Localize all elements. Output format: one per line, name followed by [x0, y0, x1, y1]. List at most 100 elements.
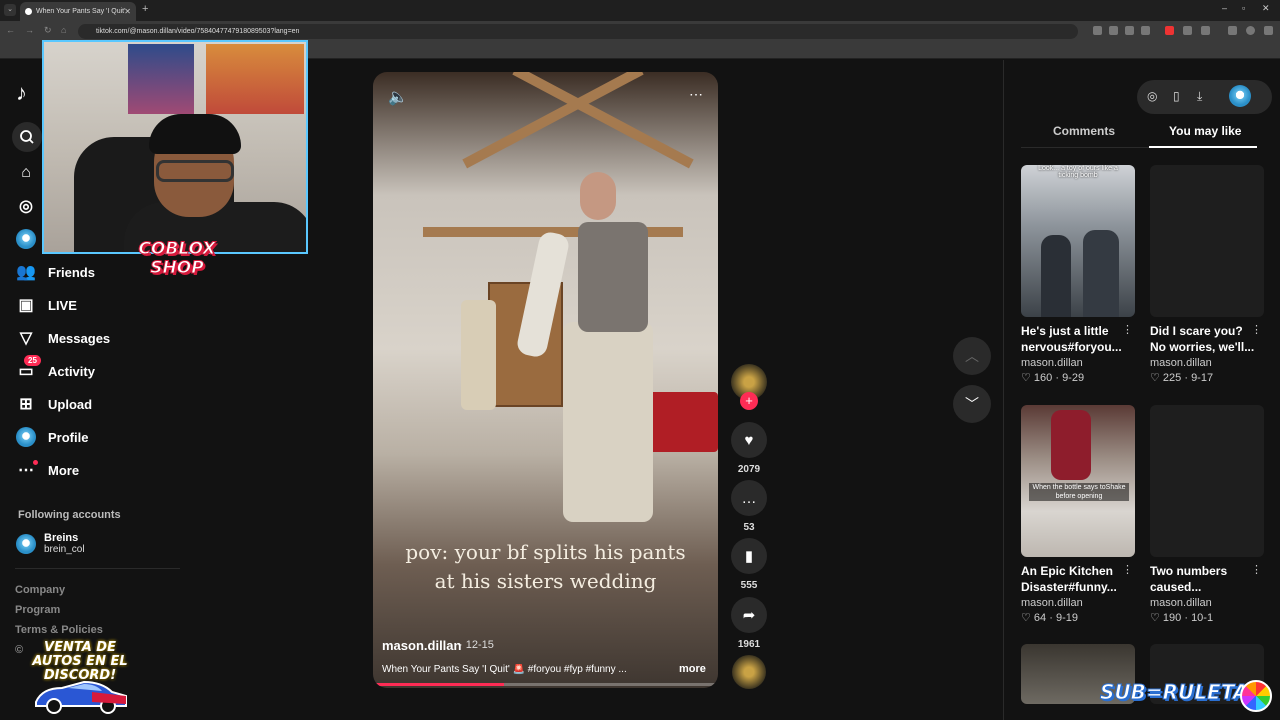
search-button[interactable] — [12, 122, 42, 152]
save-action[interactable]: ▮ 555 — [731, 538, 767, 591]
sidebar-item-messages[interactable]: ▽ Messages — [16, 328, 110, 348]
new-tab-button[interactable]: + — [142, 3, 148, 15]
previous-video-button[interactable]: ︿ — [953, 337, 991, 375]
heart-icon[interactable]: ♥ — [731, 422, 767, 458]
browser-menu-icon[interactable] — [1264, 26, 1273, 35]
comment-action[interactable]: … 53 — [731, 480, 767, 533]
sidebar-item-label: Upload — [48, 396, 93, 412]
phone-icon[interactable]: ▯ — [1173, 89, 1180, 103]
card-author[interactable]: mason.dillan — [1150, 357, 1264, 369]
following-account-name: Breins — [44, 532, 79, 544]
browser-avatar-icon[interactable] — [1246, 26, 1255, 35]
sidebar-item-activity[interactable]: ▭ 25 Activity — [16, 355, 95, 381]
footer-link-company[interactable]: Company — [15, 584, 65, 596]
messages-icon: ▽ — [19, 330, 33, 347]
footer-link-terms[interactable]: Terms & Policies — [15, 624, 103, 636]
close-window-icon[interactable]: ✕ — [1262, 3, 1270, 14]
card-date: 9-19 — [1055, 612, 1078, 624]
card-title[interactable]: An Epic Kitchen Disaster#funny... — [1021, 563, 1126, 595]
translate-icon[interactable] — [1109, 26, 1118, 35]
video-progress-bar[interactable] — [373, 683, 718, 686]
video-options-icon[interactable]: ⋯ — [689, 86, 703, 103]
profile-icon — [16, 427, 36, 447]
bookmark-star-icon[interactable] — [1141, 26, 1150, 35]
recommended-video-card[interactable]: Did I scare you? No worries, we'll... ⋮ … — [1150, 165, 1264, 384]
more-icon: ⋯ — [16, 460, 38, 480]
share-action[interactable]: ➦ 1961 — [731, 597, 767, 650]
browser-tab-strip: ⌄ When Your Pants Say 'I Quit' ✕ + – ▫ ✕ — [0, 0, 1280, 21]
user-avatar[interactable] — [1229, 85, 1251, 107]
thumbnail-text: Look... a toy of ours like a ticking bom… — [1038, 165, 1118, 179]
sidebar-item-explore[interactable]: ◎ — [16, 196, 36, 216]
sidebar-item-friends[interactable]: 👥 Friends — [16, 262, 95, 282]
video-thumbnail[interactable]: When the bottle says toShake before open… — [1021, 405, 1135, 557]
recommended-video-card[interactable]: Two numbers caused... ⋮ mason.dillan ♡ 1… — [1150, 405, 1264, 624]
recommended-video-card[interactable]: Look... a toy of ours like a ticking bom… — [1021, 165, 1135, 384]
volume-icon[interactable]: 🔈 — [388, 87, 408, 107]
extension-icon[interactable] — [1093, 26, 1102, 35]
card-author[interactable]: mason.dillan — [1021, 357, 1135, 369]
card-author[interactable]: mason.dillan — [1021, 597, 1135, 609]
sidebar-item-following[interactable] — [16, 229, 36, 249]
card-date: 9-17 — [1191, 372, 1214, 384]
video-thumbnail[interactable] — [1150, 405, 1264, 557]
coblox-shop-logo: COBLOX SHOP — [138, 239, 216, 278]
puzzle-extension-icon[interactable] — [1201, 26, 1210, 35]
browser-tab[interactable]: When Your Pants Say 'I Quit' ✕ — [20, 2, 136, 21]
video-thumbnail[interactable]: Look... a toy of ours like a ticking bom… — [1021, 165, 1135, 317]
like-action[interactable]: ♥ 2079 — [731, 422, 767, 475]
minimize-icon[interactable]: – — [1222, 3, 1227, 13]
sidebar-item-home[interactable]: ⌂ — [16, 163, 36, 183]
card-title[interactable]: Did I scare you? No worries, we'll... — [1150, 323, 1255, 355]
card-menu-icon[interactable]: ⋮ — [1251, 563, 1262, 576]
share-icon[interactable]: ➦ — [731, 597, 767, 633]
back-icon[interactable]: ← — [6, 25, 15, 35]
thumbnail-bottle — [1051, 410, 1091, 480]
card-title[interactable]: He's just a little nervous#foryou... — [1021, 323, 1126, 355]
thumbnail-text: When the bottle says toShake before open… — [1029, 483, 1129, 501]
reload-icon[interactable]: ↻ — [44, 25, 52, 36]
webcam-overlay — [42, 40, 308, 254]
record-extension-icon[interactable] — [1165, 26, 1174, 35]
sidebar-item-label: More — [48, 462, 80, 478]
sidebar-item-label: Activity — [48, 363, 95, 379]
video-date: · 12-15 — [459, 639, 494, 651]
card-menu-icon[interactable]: ⋮ — [1122, 323, 1133, 336]
sound-avatar[interactable] — [732, 655, 766, 689]
footer-link-program[interactable]: Program — [15, 604, 60, 616]
home-icon[interactable]: ⌂ — [61, 25, 66, 35]
tab-you-may-like[interactable]: You may like — [1169, 124, 1241, 138]
zoom-icon[interactable] — [1125, 26, 1134, 35]
sidebar-item-live[interactable]: ▣ LIVE — [16, 295, 76, 315]
follow-plus-button[interactable]: + — [740, 392, 758, 410]
forward-icon[interactable]: → — [25, 25, 34, 35]
comment-icon[interactable]: … — [731, 480, 767, 516]
video-thumbnail[interactable] — [1150, 165, 1264, 317]
maximize-icon[interactable]: ▫ — [1242, 3, 1245, 13]
tab-comments[interactable]: Comments — [1053, 124, 1115, 138]
close-tab-icon[interactable]: ✕ — [124, 2, 131, 21]
card-menu-icon[interactable]: ⋮ — [1122, 563, 1133, 576]
explore-icon[interactable]: ◎ — [1147, 89, 1157, 103]
bookmark-icon[interactable]: ▮ — [731, 538, 767, 574]
tab-search-button[interactable]: ⌄ — [4, 4, 16, 16]
card-menu-icon[interactable]: ⋮ — [1251, 323, 1262, 336]
address-bar[interactable]: tiktok.com/@mason.dillan/video/758404774… — [78, 24, 1078, 39]
video-more-button[interactable]: more — [679, 663, 706, 675]
following-account-item[interactable]: Breins brein_col — [16, 532, 85, 555]
sidebar-item-profile[interactable]: Profile — [16, 427, 88, 447]
sidebar-item-upload[interactable]: ⊞ Upload — [16, 394, 92, 414]
video-author[interactable]: mason.dillan — [382, 638, 461, 653]
sidebar-item-more[interactable]: ⋯ More — [16, 460, 79, 480]
video-player[interactable]: 🔈 ⋯ pov: your bf splits his pants at his… — [373, 72, 718, 688]
profile-menu-icon[interactable] — [1228, 26, 1237, 35]
card-title[interactable]: Two numbers caused... — [1150, 563, 1255, 595]
download-icon[interactable]: ⤓ — [1197, 89, 1202, 104]
tiktok-logo-icon[interactable]: ♪ — [16, 80, 27, 106]
car-icon — [35, 680, 127, 714]
next-video-button[interactable]: ﹀ — [953, 385, 991, 423]
screenshot-extension-icon[interactable] — [1183, 26, 1192, 35]
recommended-video-card[interactable]: When the bottle says toShake before open… — [1021, 405, 1135, 624]
card-author[interactable]: mason.dillan — [1150, 597, 1264, 609]
wall-poster — [128, 44, 194, 114]
